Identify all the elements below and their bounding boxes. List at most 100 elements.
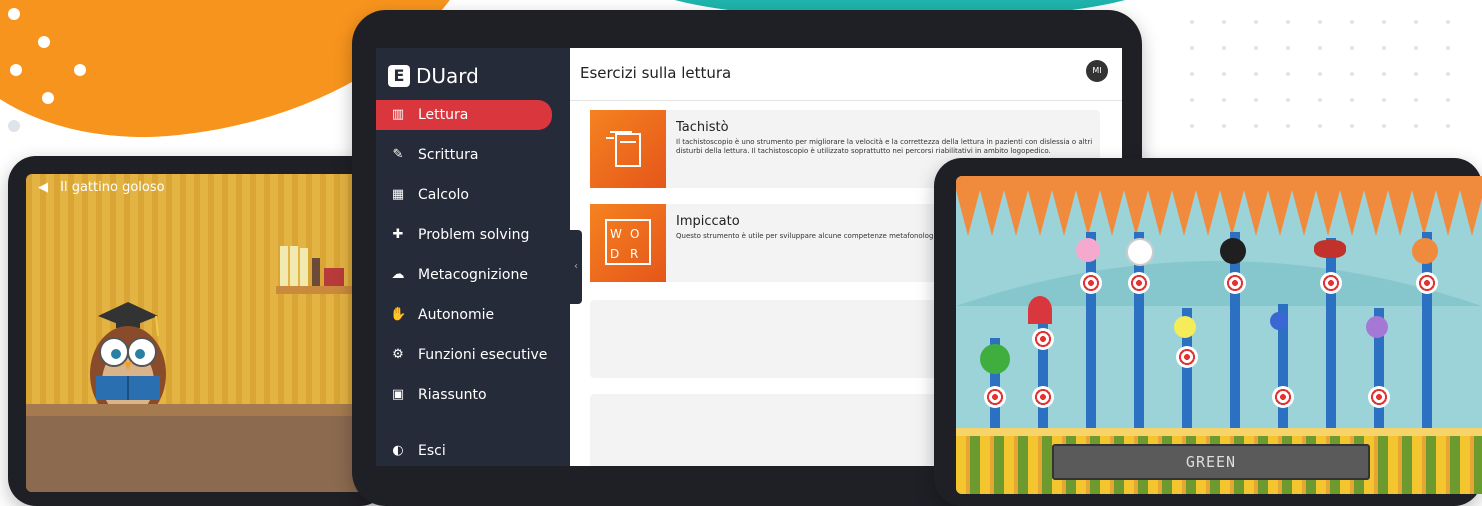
blue-lollipop-icon[interactable] [1270, 312, 1288, 330]
card-thumbnail [590, 110, 666, 188]
pink-lollipop-icon[interactable] [1076, 238, 1100, 262]
decor-dot [1382, 20, 1386, 24]
decor-dot [1382, 124, 1386, 128]
owl-game-screen: ◀ Il gattino goloso [26, 174, 370, 492]
book-speed-icon [606, 131, 641, 167]
brain-icon: ☁ [391, 267, 405, 282]
sidebar-item-calcolo[interactable]: ▦ Calcolo [376, 180, 552, 210]
decor-dot [10, 64, 22, 76]
decor-dot [1222, 46, 1226, 50]
decor-dot [1254, 46, 1258, 50]
decor-dot [1350, 46, 1354, 50]
decor-dot [1222, 20, 1226, 24]
target-icon [1032, 386, 1054, 408]
avatar[interactable]: MI [1086, 60, 1108, 82]
right-tablet: GREEN [934, 158, 1482, 506]
sidebar-item-scrittura[interactable]: ✎ Scrittura [376, 140, 552, 170]
decor-dot [8, 120, 20, 132]
decor-dot [1318, 20, 1322, 24]
sidebar-item-funzioni-esecutive[interactable]: ⚙ Funzioni esecutive [376, 340, 552, 370]
target-icon [1080, 272, 1102, 294]
orange-candy-icon[interactable] [1412, 238, 1438, 264]
game-header[interactable]: ◀ Il gattino goloso [38, 180, 165, 195]
sidebar-item-label: Funzioni esecutive [418, 347, 548, 363]
back-arrow-icon[interactable]: ◀ [38, 180, 48, 195]
collapse-sidebar-button[interactable]: ‹ [570, 230, 582, 304]
decor-dot [74, 64, 86, 76]
book-illustration [280, 246, 288, 286]
svg-text:O: O [630, 227, 639, 241]
decor-dot [1286, 46, 1290, 50]
sidebar-item-autonomie[interactable]: ✋ Autonomie [376, 300, 552, 330]
decor-dot [1254, 98, 1258, 102]
sidebar-item-label: Lettura [418, 107, 469, 123]
fence: GREEN [956, 428, 1482, 494]
decor-dot [1382, 46, 1386, 50]
book-illustration [324, 268, 344, 286]
target-icon [1320, 272, 1342, 294]
book-illustration [312, 258, 320, 286]
answer-display: GREEN [1052, 444, 1370, 480]
sidebar-item-metacognizione[interactable]: ☁ Metacognizione [376, 260, 552, 290]
decor-dot [1414, 98, 1418, 102]
candy-game-screen: GREEN [956, 176, 1482, 494]
target-icon [984, 386, 1006, 408]
decor-dot [1318, 46, 1322, 50]
decor-dot [1254, 72, 1258, 76]
decor-dot [1350, 124, 1354, 128]
decor-dot [1318, 72, 1322, 76]
floor [26, 404, 370, 492]
card-title: Tachistò [676, 120, 729, 135]
target-icon [1416, 272, 1438, 294]
puzzle-icon: ✚ [392, 227, 404, 242]
target-icon [1128, 272, 1150, 294]
decor-dot [1446, 124, 1450, 128]
chevron-left-icon: ‹ [574, 261, 578, 272]
word-puzzle-icon: W O D R [605, 219, 651, 265]
decor-dot [1286, 98, 1290, 102]
decor-dot [1254, 124, 1258, 128]
game-title: Il gattino goloso [60, 180, 165, 195]
card-title: Impiccato [676, 214, 740, 229]
sidebar-item-esci[interactable]: ◐ Esci [376, 436, 552, 466]
document-search-icon: ▣ [391, 387, 405, 402]
decor-dot [1350, 72, 1354, 76]
yellow-candy-icon[interactable] [1174, 316, 1196, 338]
book-illustration [290, 246, 298, 286]
book-illustration [300, 248, 308, 286]
sidebar: E DUard ▥ Lettura ✎ Scrittura ▦ Calcolo … [376, 48, 570, 466]
decor-dot [1446, 98, 1450, 102]
decor-dot [1382, 72, 1386, 76]
decor-dot [1318, 98, 1322, 102]
svg-text:W: W [610, 227, 622, 241]
black-candy-icon[interactable] [1220, 238, 1246, 264]
target-icon [1272, 386, 1294, 408]
sidebar-item-label: Metacognizione [418, 267, 528, 283]
decor-dot [1222, 124, 1226, 128]
page-title: Esercizi sulla lettura [580, 64, 732, 82]
target-icon [1368, 386, 1390, 408]
red-candy-icon[interactable] [1028, 296, 1052, 324]
wrapped-candy-icon[interactable] [1314, 240, 1346, 258]
decor-dot [1190, 72, 1194, 76]
decor-dot [1446, 46, 1450, 50]
decor-dot [1446, 72, 1450, 76]
sidebar-item-label: Esci [418, 443, 446, 459]
purple-lollipop-icon[interactable] [1366, 316, 1388, 338]
target-icon [1224, 272, 1246, 294]
brand-name: DUard [416, 64, 479, 88]
brand-logo[interactable]: E DUard [388, 64, 479, 88]
sidebar-item-label: Calcolo [418, 187, 469, 203]
sidebar-item-label: Riassunto [418, 387, 487, 403]
decor-dot [1414, 124, 1418, 128]
decor-dot [1414, 20, 1418, 24]
white-candy-icon[interactable] [1126, 238, 1154, 266]
decor-dot [1190, 20, 1194, 24]
sidebar-item-riassunto[interactable]: ▣ Riassunto [376, 380, 552, 410]
decor-dot [1446, 20, 1450, 24]
green-candy-icon[interactable] [980, 344, 1010, 374]
sidebar-item-problem-solving[interactable]: ✚ Problem solving [376, 220, 552, 250]
sidebar-item-lettura[interactable]: ▥ Lettura [376, 100, 552, 130]
decor-dot [1382, 98, 1386, 102]
decor-dot [1350, 20, 1354, 24]
